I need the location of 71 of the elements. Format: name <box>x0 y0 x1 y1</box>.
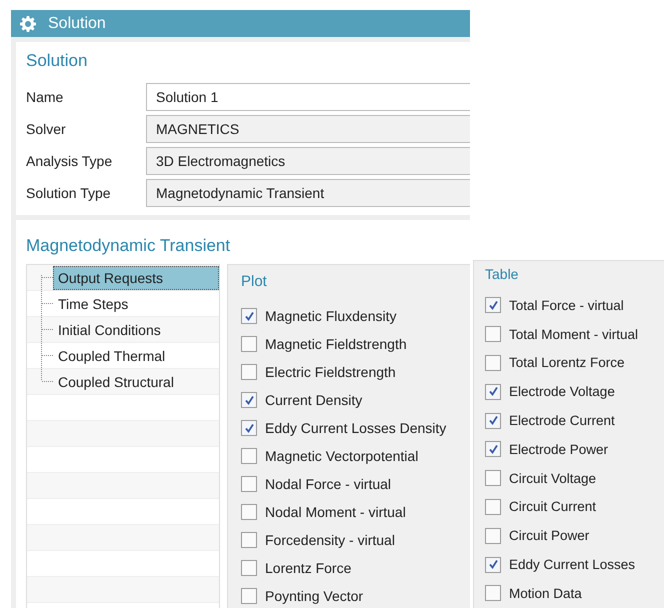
checkbox[interactable] <box>485 441 501 458</box>
checkbox[interactable] <box>485 326 501 342</box>
checkbox[interactable] <box>485 585 501 602</box>
input-field[interactable]: 3D Electromagnetics <box>146 147 470 175</box>
check-icon <box>242 310 256 322</box>
checkbox-label: Magnetic Fluxdensity <box>265 308 397 324</box>
checkbox[interactable] <box>241 504 257 520</box>
checkbox[interactable] <box>241 560 257 576</box>
checkbox-label: Total Lorentz Force <box>509 355 625 370</box>
tree-item[interactable]: Initial Conditions <box>53 318 219 342</box>
input-field[interactable]: Solution 1 <box>146 83 470 111</box>
tree-item[interactable]: Output Requests <box>53 266 219 290</box>
checkbox[interactable] <box>241 308 257 324</box>
checkbox[interactable] <box>485 412 501 429</box>
checkbox-label: Circuit Power <box>509 528 590 544</box>
checkbox[interactable] <box>485 528 501 544</box>
checkbox-label: Total Moment - virtual <box>509 326 638 342</box>
checkbox-label: Total Force - virtual <box>509 298 624 313</box>
checkbox[interactable] <box>485 556 501 573</box>
checkbox[interactable] <box>241 336 257 352</box>
tree-item[interactable]: Coupled Thermal <box>53 344 219 368</box>
field-label: Analysis Type <box>26 153 114 169</box>
checkbox[interactable] <box>241 392 257 408</box>
checkbox-label: Electrode Power <box>509 442 608 457</box>
checkbox-label: Electric Fieldstrength <box>265 364 396 380</box>
checkbox-label: Motion Data <box>509 586 582 601</box>
panel-title: Plot <box>241 273 268 290</box>
checkbox[interactable] <box>485 498 501 515</box>
checkbox-label: Nodal Moment - virtual <box>265 504 406 520</box>
panel-title: Table <box>485 266 520 282</box>
input-field[interactable]: MAGNETICS <box>146 115 470 143</box>
check-icon <box>486 298 500 312</box>
checkbox[interactable] <box>485 470 501 486</box>
checkbox[interactable] <box>485 297 501 314</box>
check-icon <box>486 414 500 428</box>
checkbox[interactable] <box>241 476 257 492</box>
gear-icon <box>20 16 36 32</box>
field-label: Name <box>26 89 64 105</box>
checkbox[interactable] <box>241 532 257 548</box>
checkbox-label: Forcedensity - virtual <box>265 532 395 548</box>
tree-item[interactable]: Time Steps <box>53 292 219 316</box>
checkbox-label: Magnetic Fieldstrength <box>265 336 407 352</box>
checkbox-label: Electrode Voltage <box>509 384 615 400</box>
input-field[interactable]: Magnetodynamic Transient <box>146 179 470 207</box>
section-heading: Solution <box>26 51 88 71</box>
checkbox-label: Eddy Current Losses Density <box>265 420 446 436</box>
checkbox-label: Poynting Vector <box>265 588 364 604</box>
field-label: Solution Type <box>26 185 112 201</box>
checkbox-label: Electrode Current <box>509 413 615 428</box>
checkbox-label: Magnetic Vectorpotential <box>265 448 418 464</box>
checkbox[interactable] <box>485 384 501 400</box>
checkbox[interactable] <box>241 364 257 380</box>
checkbox-label: Circuit Current <box>509 499 596 514</box>
checkbox[interactable] <box>241 420 257 436</box>
check-icon <box>486 385 500 398</box>
check-icon <box>486 558 500 572</box>
checkbox-label: Nodal Force - virtual <box>265 476 392 492</box>
check-icon <box>242 394 256 406</box>
window-title: Solution <box>48 14 106 32</box>
check-icon <box>242 422 256 434</box>
checkbox-label: Eddy Current Losses <box>509 557 636 572</box>
checkbox[interactable] <box>241 588 257 604</box>
section-heading: Magnetodynamic Transient <box>26 236 232 256</box>
tree-item[interactable]: Coupled Structural <box>53 370 219 394</box>
checkbox[interactable] <box>241 448 257 464</box>
checkbox-label: Circuit Voltage <box>509 470 596 486</box>
field-label: Solver <box>26 121 67 137</box>
checkbox-label: Current Density <box>265 392 362 408</box>
check-icon <box>486 442 500 456</box>
checkbox-label: Lorentz Force <box>265 560 352 576</box>
checkbox[interactable] <box>485 354 501 371</box>
